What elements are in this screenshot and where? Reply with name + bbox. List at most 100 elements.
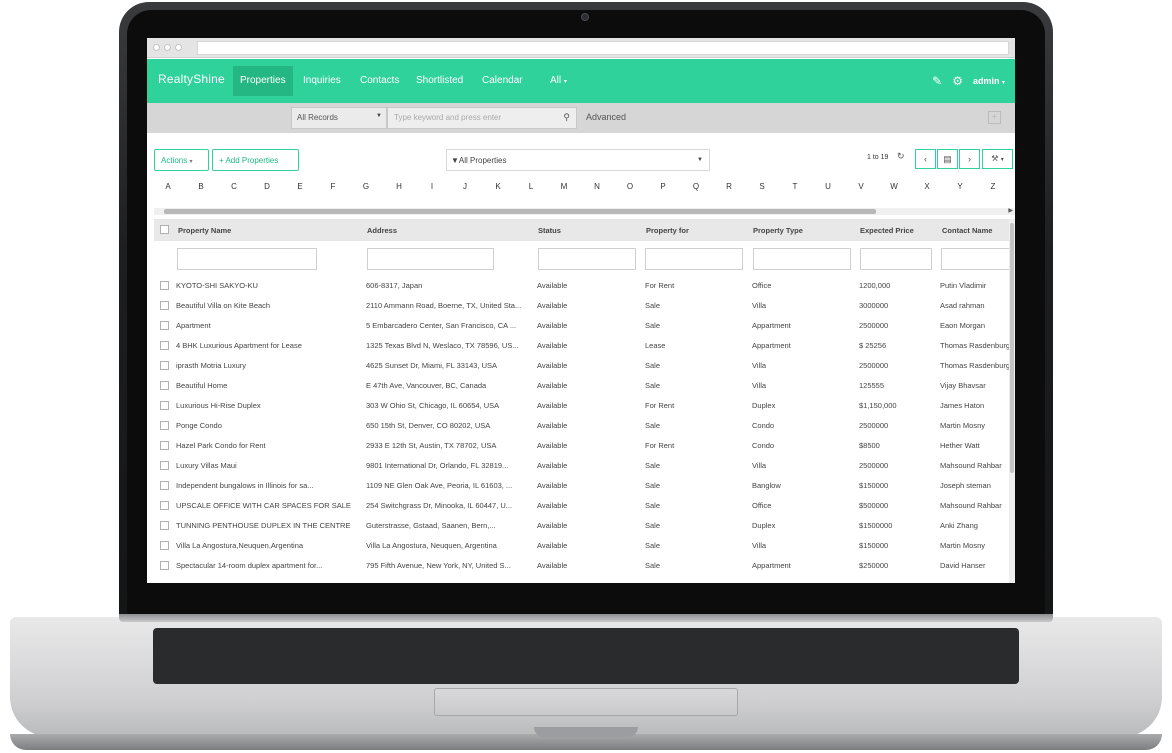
table-row[interactable]: KYOTO-SHI SAKYO-KU 606-8317, Japan Availab… (154, 275, 1015, 295)
horizontal-scrollbar[interactable]: ▶ (154, 208, 1015, 215)
row-checkbox[interactable] (160, 301, 169, 310)
col-property-for[interactable]: Property for (646, 226, 689, 235)
table-row[interactable]: Beautiful Villa on Kite Beach 2110 Ammann… (154, 295, 1015, 315)
scroll-right-icon[interactable]: ▶ (1008, 207, 1013, 214)
alpha-q[interactable]: Q (689, 182, 703, 191)
alpha-r[interactable]: R (722, 182, 736, 191)
table-row[interactable]: Independent bungalows in Illinois for sa… (154, 475, 1015, 495)
alpha-w[interactable]: W (887, 182, 901, 191)
alpha-e[interactable]: E (293, 182, 307, 191)
alpha-h[interactable]: H (392, 182, 406, 191)
nav-inquiries[interactable]: Inquiries (296, 66, 348, 96)
user-menu[interactable]: admin ▾ (973, 76, 1005, 86)
alpha-l[interactable]: L (524, 182, 538, 191)
alpha-o[interactable]: O (623, 182, 637, 191)
filter-contact-name[interactable] (941, 248, 1015, 270)
filter-status[interactable] (538, 248, 636, 270)
row-checkbox[interactable] (160, 501, 169, 510)
row-checkbox[interactable] (160, 401, 169, 410)
table-row[interactable]: TUNNING PENTHOUSE DUPLEX IN THE CENTRE Gu… (154, 515, 1015, 535)
alpha-v[interactable]: V (854, 182, 868, 191)
row-checkbox[interactable] (160, 421, 169, 430)
alpha-f[interactable]: F (326, 182, 340, 191)
alpha-z[interactable]: Z (986, 182, 1000, 191)
table-row[interactable]: Luxurious Hi-Rise Duplex 303 W Ohio St, C… (154, 395, 1015, 415)
table-row[interactable]: Apartment 5 Embarcadero Center, San Franc… (154, 315, 1015, 335)
row-checkbox[interactable] (160, 281, 169, 290)
add-properties-button[interactable]: + Add Properties (212, 149, 299, 171)
address-bar[interactable] (197, 41, 1009, 55)
tools-dropdown-button[interactable]: ⚒ ▾ (982, 149, 1013, 169)
filter-property-type[interactable] (753, 248, 851, 270)
keyword-search-input[interactable]: Type keyword and press enter ⚲ (387, 107, 577, 129)
nav-contacts[interactable]: Contacts (353, 66, 406, 96)
table-row[interactable]: 4 BHK Luxurious Apartment for Lease 1325 … (154, 335, 1015, 355)
alpha-t[interactable]: T (788, 182, 802, 191)
alpha-g[interactable]: G (359, 182, 373, 191)
col-contact-name[interactable]: Contact Name (942, 226, 992, 235)
table-row[interactable]: Villa La Angostura,Neuquen,Argentina Vill… (154, 535, 1015, 555)
alpha-p[interactable]: P (656, 182, 670, 191)
vertical-scrollbar[interactable] (1009, 219, 1015, 583)
refresh-icon[interactable]: ↻ (897, 151, 905, 162)
alpha-n[interactable]: N (590, 182, 604, 191)
alpha-k[interactable]: K (491, 182, 505, 191)
prev-page-button[interactable]: ‹ (915, 149, 936, 169)
scroll-thumb[interactable] (1010, 223, 1014, 473)
table-row[interactable]: iprasth Motria Luxury 4625 Sunset Dr, Mia… (154, 355, 1015, 375)
nav-all[interactable]: All ▾ (543, 66, 574, 96)
view-filter-select[interactable]: ▼All Properties ▼ (446, 149, 710, 171)
alpha-x[interactable]: X (920, 182, 934, 191)
nav-properties[interactable]: Properties (233, 66, 293, 96)
table-row[interactable]: Spectacular 14-room duplex apartment for… (154, 555, 1015, 575)
expand-plus-icon[interactable]: + (988, 111, 1001, 124)
select-all-checkbox[interactable] (160, 225, 169, 234)
alpha-m[interactable]: M (557, 182, 571, 191)
table-row[interactable]: Luxury Villas Maui 9801 International Dr,… (154, 455, 1015, 475)
table-row[interactable]: UPSCALE OFFICE WITH CAR SPACES FOR SALE 2… (154, 495, 1015, 515)
alpha-s[interactable]: S (755, 182, 769, 191)
row-checkbox[interactable] (160, 541, 169, 550)
alpha-y[interactable]: Y (953, 182, 967, 191)
table-row[interactable]: Beautiful Home E 47th Ave, Vancouver, BC,… (154, 375, 1015, 395)
row-checkbox[interactable] (160, 361, 169, 370)
search-icon[interactable]: ⚲ (563, 112, 570, 123)
next-page-button[interactable]: › (959, 149, 980, 169)
col-expected-price[interactable]: Expected Price (860, 226, 914, 235)
alpha-a[interactable]: A (161, 182, 175, 191)
filter-property-name[interactable] (177, 248, 317, 270)
col-property-name[interactable]: Property Name (178, 226, 231, 235)
nav-calendar[interactable]: Calendar (475, 66, 530, 96)
filter-address[interactable] (367, 248, 494, 270)
table-row[interactable]: Ponge Condo 650 15th St, Denver, CO 80202… (154, 415, 1015, 435)
export-icon[interactable]: ▤ (937, 149, 958, 169)
row-checkbox[interactable] (160, 441, 169, 450)
filter-property-for[interactable] (645, 248, 743, 270)
col-status[interactable]: Status (538, 226, 561, 235)
record-filter-select[interactable]: All Records ▼ (291, 107, 387, 129)
col-address[interactable]: Address (367, 226, 397, 235)
row-checkbox[interactable] (160, 521, 169, 530)
row-checkbox[interactable] (160, 481, 169, 490)
table-row[interactable]: Hazel Park Condo for Rent 2933 E 12th St,… (154, 435, 1015, 455)
col-property-type[interactable]: Property Type (753, 226, 803, 235)
app-logo[interactable]: RealtyShine (158, 72, 225, 86)
alpha-j[interactable]: J (458, 182, 472, 191)
row-checkbox[interactable] (160, 341, 169, 350)
alpha-i[interactable]: I (425, 182, 439, 191)
alpha-c[interactable]: C (227, 182, 241, 191)
filter-expected-price[interactable] (860, 248, 932, 270)
actions-dropdown-button[interactable]: Actions ▾ (154, 149, 209, 171)
row-checkbox[interactable] (160, 321, 169, 330)
scroll-thumb[interactable] (164, 209, 876, 214)
row-checkbox[interactable] (160, 561, 169, 570)
advanced-search-link[interactable]: Advanced (586, 112, 626, 122)
row-checkbox[interactable] (160, 461, 169, 470)
nav-shortlisted[interactable]: Shortlisted (409, 66, 470, 96)
alpha-d[interactable]: D (260, 182, 274, 191)
row-checkbox[interactable] (160, 381, 169, 390)
pencil-icon[interactable]: ✎ (932, 74, 942, 88)
window-controls[interactable] (153, 44, 182, 51)
alpha-u[interactable]: U (821, 182, 835, 191)
alpha-b[interactable]: B (194, 182, 208, 191)
